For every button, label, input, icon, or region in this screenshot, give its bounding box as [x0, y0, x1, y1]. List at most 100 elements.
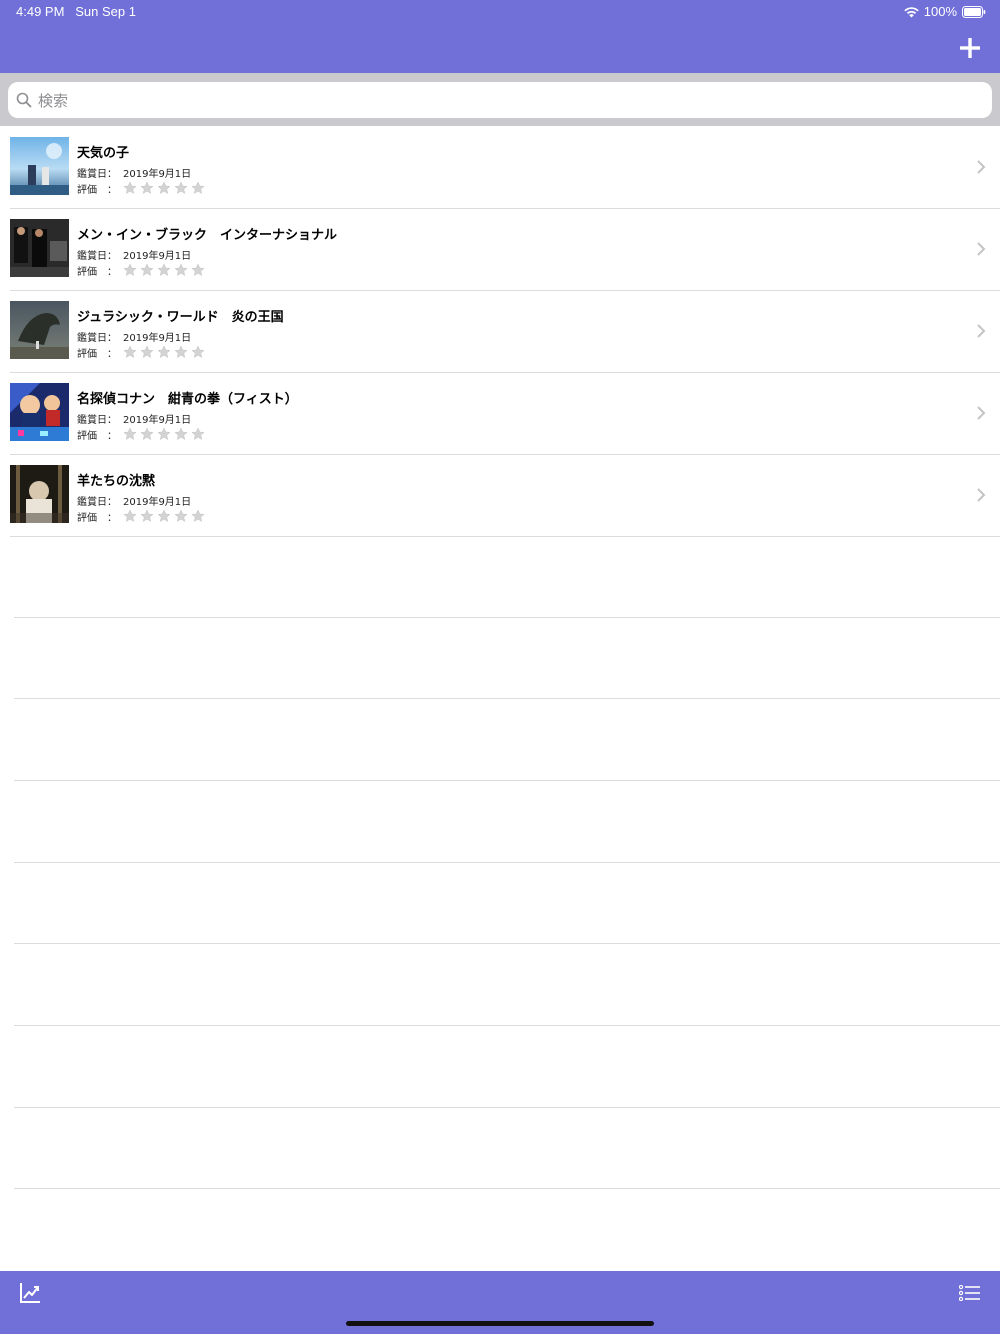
rating-key: 評価 ： [77, 267, 117, 278]
empty-row-separator [14, 698, 1000, 699]
star-rating[interactable] [123, 262, 208, 277]
movie-title: 羊たちの沈黙 [77, 474, 156, 489]
empty-row-separator [14, 862, 1000, 863]
bottom-toolbar [0, 1271, 1000, 1334]
search-bar[interactable] [8, 82, 992, 120]
date-label: 鑑賞日： [77, 497, 117, 508]
movie-row[interactable]: 羊たちの沈黙 鑑賞日： 2019年9月1日 評価 ： [10, 455, 1000, 537]
star-icon[interactable] [174, 426, 191, 441]
star-icon[interactable] [157, 508, 174, 523]
rating-key: 評価 ： [77, 349, 117, 360]
status-time: 4:49 PM Sun Sep 1 [16, 4, 136, 19]
viewing-date: 鑑賞日： 2019年9月1日 [77, 247, 191, 262]
movie-row[interactable]: メン・イン・ブラック インターナショナル 鑑賞日： 2019年9月1日 評価 ： [10, 209, 1000, 291]
star-icon[interactable] [123, 262, 140, 277]
star-icon[interactable] [140, 426, 157, 441]
rating-label: 評価 ： [77, 509, 123, 524]
star-icon[interactable] [157, 344, 174, 359]
movie-row[interactable]: 天気の子 鑑賞日： 2019年9月1日 評価 ： [10, 127, 1000, 209]
chart-line-icon[interactable] [19, 1282, 41, 1304]
list-icon[interactable] [959, 1285, 980, 1301]
movie-title: 名探偵コナン 紺青の拳（フィスト） [77, 392, 298, 407]
star-icon[interactable] [191, 180, 208, 195]
movie-title: メン・イン・ブラック インターナショナル [77, 228, 338, 243]
star-rating[interactable] [123, 508, 208, 523]
battery-percent: 100% [923, 4, 957, 19]
movie-title: ジュラシック・ワールド 炎の王国 [77, 310, 284, 325]
rating-label: 評価 ： [77, 181, 123, 196]
search-icon [16, 92, 32, 108]
star-icon[interactable] [191, 344, 208, 359]
date-value: 2019年9月1日 [123, 497, 192, 508]
star-icon[interactable] [140, 180, 157, 195]
poster-thumbnail [10, 301, 69, 359]
date-value: 2019年9月1日 [123, 169, 192, 180]
viewing-date: 鑑賞日： 2019年9月1日 [77, 411, 191, 426]
plus-icon[interactable] [958, 36, 982, 60]
movie-list: 天気の子 鑑賞日： 2019年9月1日 評価 ： メン・イン・ブラック インターナ… [0, 127, 1000, 537]
star-icon[interactable] [140, 508, 157, 523]
star-icon[interactable] [191, 426, 208, 441]
rating-key: 評価 ： [77, 185, 117, 196]
poster-thumbnail [10, 465, 69, 523]
date-value: 2019年9月1日 [123, 333, 192, 344]
star-icon[interactable] [174, 180, 191, 195]
date-value: 2019年9月1日 [123, 251, 192, 262]
empty-row-separator [14, 617, 1000, 618]
chevron-right-icon [977, 160, 986, 174]
rating-label: 評価 ： [77, 345, 123, 360]
movie-row[interactable]: 名探偵コナン 紺青の拳（フィスト） 鑑賞日： 2019年9月1日 評価 ： [10, 373, 1000, 455]
empty-row-separator [14, 1107, 1000, 1108]
poster-thumbnail [10, 137, 69, 195]
search-input[interactable] [36, 82, 980, 120]
battery-icon [962, 5, 986, 18]
chevron-right-icon [977, 488, 986, 502]
date-label: 鑑賞日： [77, 169, 117, 180]
star-icon[interactable] [123, 508, 140, 523]
star-icon[interactable] [191, 262, 208, 277]
star-icon[interactable] [123, 180, 140, 195]
star-rating[interactable] [123, 344, 208, 359]
empty-row-separator [14, 943, 1000, 944]
rating-label: 評価 ： [77, 263, 123, 278]
empty-row-separator [14, 1188, 1000, 1189]
date-value: 2019年9月1日 [123, 415, 192, 426]
rating-label: 評価 ： [77, 427, 123, 442]
home-indicator [346, 1321, 654, 1326]
star-icon[interactable] [157, 180, 174, 195]
movie-row[interactable]: ジュラシック・ワールド 炎の王国 鑑賞日： 2019年9月1日 評価 ： [10, 291, 1000, 373]
star-icon[interactable] [140, 262, 157, 277]
wifi-icon [904, 6, 919, 17]
rating-key: 評価 ： [77, 431, 117, 442]
star-icon[interactable] [174, 508, 191, 523]
star-icon[interactable] [123, 426, 140, 441]
search-container [0, 73, 1000, 126]
empty-row-separator [14, 1025, 1000, 1026]
viewing-date: 鑑賞日： 2019年9月1日 [77, 493, 191, 508]
status-indicators: 100% [903, 4, 986, 19]
viewing-date: 鑑賞日： 2019年9月1日 [77, 165, 191, 180]
movie-title: 天気の子 [77, 146, 130, 161]
star-rating[interactable] [123, 180, 208, 195]
status-date: Sun Sep 1 [75, 4, 136, 19]
date-label: 鑑賞日： [77, 251, 117, 262]
viewing-date: 鑑賞日： 2019年9月1日 [77, 329, 191, 344]
status-clock: 4:49 PM [16, 4, 65, 19]
navigation-bar: 4:49 PM Sun Sep 1 100% [0, 0, 1000, 73]
star-icon[interactable] [140, 344, 157, 359]
star-icon[interactable] [191, 508, 208, 523]
chevron-right-icon [977, 324, 986, 338]
date-label: 鑑賞日： [77, 415, 117, 426]
date-label: 鑑賞日： [77, 333, 117, 344]
empty-row-separator [14, 780, 1000, 781]
rating-key: 評価 ： [77, 513, 117, 524]
star-icon[interactable] [157, 262, 174, 277]
star-icon[interactable] [174, 344, 191, 359]
star-rating[interactable] [123, 426, 208, 441]
poster-thumbnail [10, 219, 69, 277]
star-icon[interactable] [123, 344, 140, 359]
chevron-right-icon [977, 242, 986, 256]
poster-thumbnail [10, 383, 69, 441]
star-icon[interactable] [174, 262, 191, 277]
star-icon[interactable] [157, 426, 174, 441]
